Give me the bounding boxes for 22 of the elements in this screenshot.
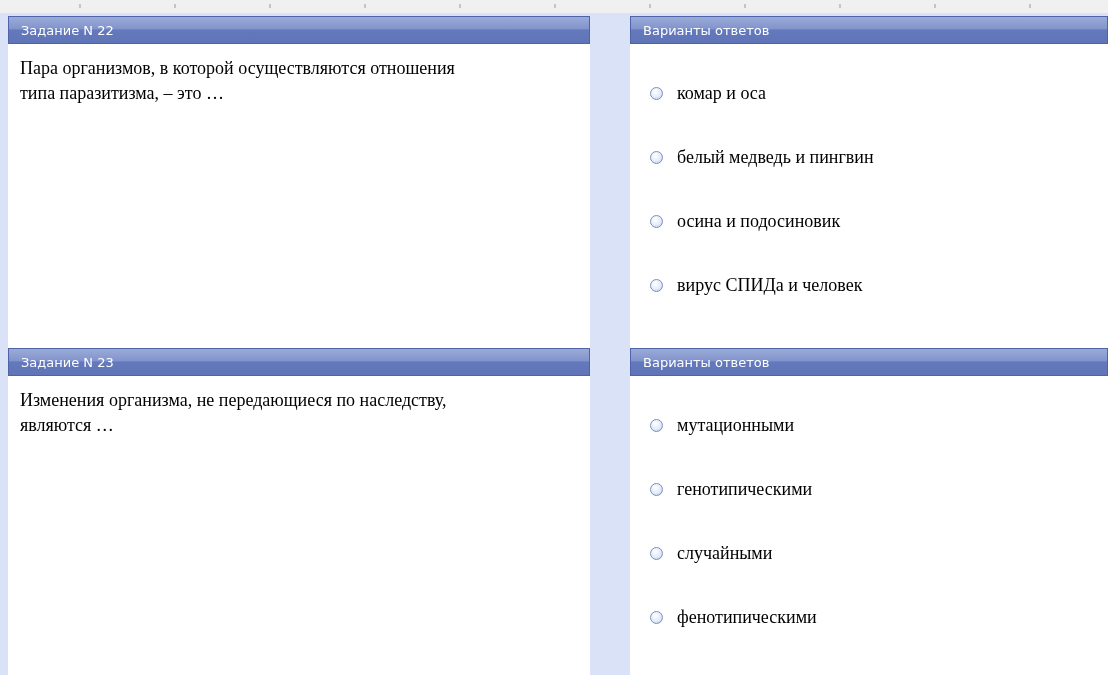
radio-button[interactable] <box>650 278 663 292</box>
radio-button[interactable] <box>650 86 663 100</box>
radio-button[interactable] <box>650 546 663 560</box>
answer-option: комар и оса <box>677 82 767 104</box>
task-header: Задание N 22 <box>8 16 590 44</box>
answer-option: вирус СПИДа и человек <box>677 274 863 296</box>
answer-option: фенотипическими <box>677 606 817 628</box>
radio-button[interactable] <box>650 418 663 432</box>
radio-button[interactable] <box>650 482 663 496</box>
radio-button[interactable] <box>650 214 663 228</box>
answers-header: Варианты ответов <box>630 348 1108 376</box>
answers-header: Варианты ответов <box>630 16 1108 44</box>
answer-option: случайными <box>677 542 773 564</box>
answer-option: осина и подосиновик <box>677 210 841 232</box>
answer-option: генотипическими <box>677 478 813 500</box>
answer-option: белый медведь и пингвин <box>677 146 874 168</box>
radio-button[interactable] <box>650 610 663 624</box>
radio-button[interactable] <box>650 150 663 164</box>
question-text: Пара организмов, в которой осуществляются отношения типа паразитизма, – это … <box>19 57 456 105</box>
question-text: Изменения организма, не передающиеся по наследству, являются … <box>19 389 448 437</box>
answer-option: мутационными <box>677 414 795 436</box>
task-header: Задание N 23 <box>8 348 590 376</box>
